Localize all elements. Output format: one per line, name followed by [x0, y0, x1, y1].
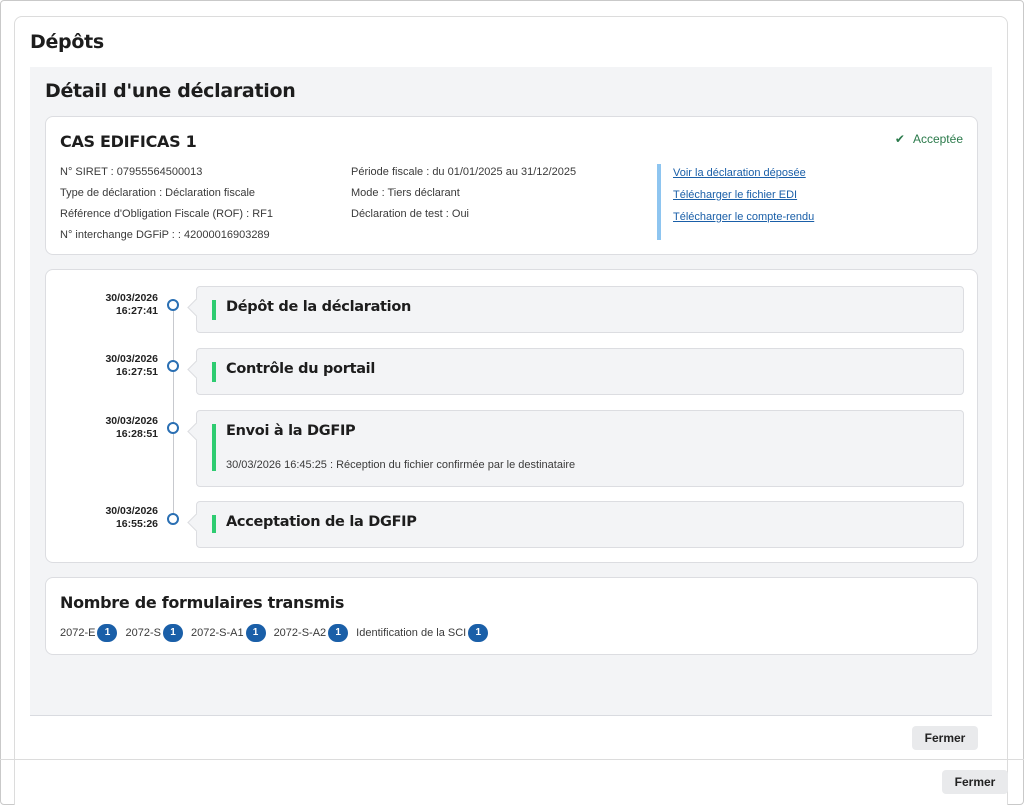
step-indicator: [212, 424, 216, 471]
timeline-dot-icon: [167, 299, 179, 311]
form-label: Identification de la SCI: [356, 627, 467, 639]
form-item: 2072-S-A1 1: [191, 624, 266, 642]
forms-title: Nombre de formulaires transmis: [60, 593, 345, 612]
interchange-field: N° interchange DGFiP : : 42000016903289: [60, 229, 270, 241]
timeline-date: 30/03/2026: [105, 505, 158, 517]
timeline-time: 16:27:51: [115, 366, 158, 378]
info-column-left: N° SIRET : 07955564500013 Type de déclar…: [60, 165, 273, 249]
timeline-step: Envoi à la DGFIP 30/03/2026 16:45:25 : R…: [196, 410, 964, 487]
timeline-timestamp: 30/03/2026 16:28:51: [86, 415, 158, 441]
status-label: Acceptée: [912, 132, 963, 146]
step-title: Envoi à la DGFIP: [226, 423, 356, 439]
timeline-line: [173, 305, 174, 519]
timeline-step: Dépôt de la déclaration: [196, 286, 964, 333]
step-indicator: [212, 515, 216, 533]
step-detail: 30/03/2026 16:45:25 : Réception du fichi…: [226, 459, 576, 471]
check-icon: ✔: [894, 132, 905, 146]
forms-card: Nombre de formulaires transmis 2072-E 1 …: [45, 577, 978, 655]
form-count-badge: 1: [245, 624, 266, 642]
form-item: 2072-S-A2 1: [274, 624, 349, 642]
close-button[interactable]: Fermer: [942, 770, 1008, 794]
test-declaration-field: Déclaration de test : Oui: [351, 208, 470, 220]
modal-close-button[interactable]: Fermer: [912, 726, 978, 750]
form-item: 2072-E 1: [60, 624, 118, 642]
form-label: 2072-S-A2: [273, 627, 327, 639]
declaration-info-card: CAS EDIFICAS 1 ✔ Acceptée N° SIRET : 079…: [45, 116, 978, 255]
form-label: 2072-S-A1: [190, 627, 244, 639]
forms-list: 2072-E 1 2072-S 1 2072-S-A1 1 2072-S-A2 …: [60, 624, 496, 642]
rof-field: Référence d'Obligation Fiscale (ROF) : R…: [60, 208, 274, 220]
timeline-dot-icon: [167, 360, 179, 372]
form-item: 2072-S 1: [125, 624, 183, 642]
form-count-badge: 1: [162, 624, 183, 642]
timeline-timestamp: 30/03/2026 16:55:26: [86, 505, 158, 531]
footer-divider: [0, 759, 1024, 760]
step-title: Dépôt de la déclaration: [226, 299, 412, 315]
modal-divider: [30, 715, 992, 716]
form-label: 2072-S: [125, 627, 161, 639]
download-edi-link[interactable]: Télécharger le fichier EDI: [673, 186, 957, 208]
modal-title: Détail d'une déclaration: [45, 80, 296, 102]
timeline-date: 30/03/2026: [105, 353, 158, 365]
form-count-badge: 1: [97, 624, 118, 642]
fiscal-period-field: Période fiscale : du 01/01/2025 au 31/12…: [351, 166, 577, 178]
timeline-timestamp: 30/03/2026 16:27:51: [86, 353, 158, 379]
declaration-type-field: Type de déclaration : Déclaration fiscal…: [60, 187, 256, 199]
download-report-link[interactable]: Télécharger le compte-rendu: [673, 208, 957, 230]
step-title: Contrôle du portail: [226, 361, 376, 377]
timeline-date: 30/03/2026: [105, 415, 158, 427]
form-item: Identification de la SCI 1: [356, 624, 489, 642]
timeline-step: Contrôle du portail: [196, 348, 964, 395]
form-count-badge: 1: [328, 624, 349, 642]
step-indicator: [212, 362, 216, 382]
declaration-name: CAS EDIFICAS 1: [60, 132, 197, 151]
page-title: Dépôts: [30, 31, 104, 53]
timeline-step: Acceptation de la DGFIP: [196, 501, 964, 548]
declaration-links: Voir la déclaration déposée Télécharger …: [657, 164, 957, 240]
step-title: Acceptation de la DGFIP: [226, 514, 417, 530]
timeline-time: 16:28:51: [115, 428, 158, 440]
timeline-timestamp: 30/03/2026 16:27:41: [86, 292, 158, 318]
step-indicator: [212, 300, 216, 320]
form-label: 2072-E: [60, 627, 96, 639]
timeline-time: 16:55:26: [115, 518, 158, 530]
timeline-date: 30/03/2026: [105, 292, 158, 304]
status-badge: ✔ Acceptée: [895, 132, 963, 146]
timeline-time: 16:27:41: [115, 305, 158, 317]
timeline-card: 30/03/2026 16:27:41 Dépôt de la déclarat…: [45, 269, 978, 563]
view-declaration-link[interactable]: Voir la déclaration déposée: [673, 164, 957, 186]
form-count-badge: 1: [468, 624, 489, 642]
info-column-middle: Période fiscale : du 01/01/2025 au 31/12…: [351, 165, 576, 228]
timeline-dot-icon: [167, 513, 179, 525]
timeline-dot-icon: [167, 422, 179, 434]
siret-field: N° SIRET : 07955564500013: [60, 166, 203, 178]
mode-field: Mode : Tiers déclarant: [351, 187, 460, 199]
